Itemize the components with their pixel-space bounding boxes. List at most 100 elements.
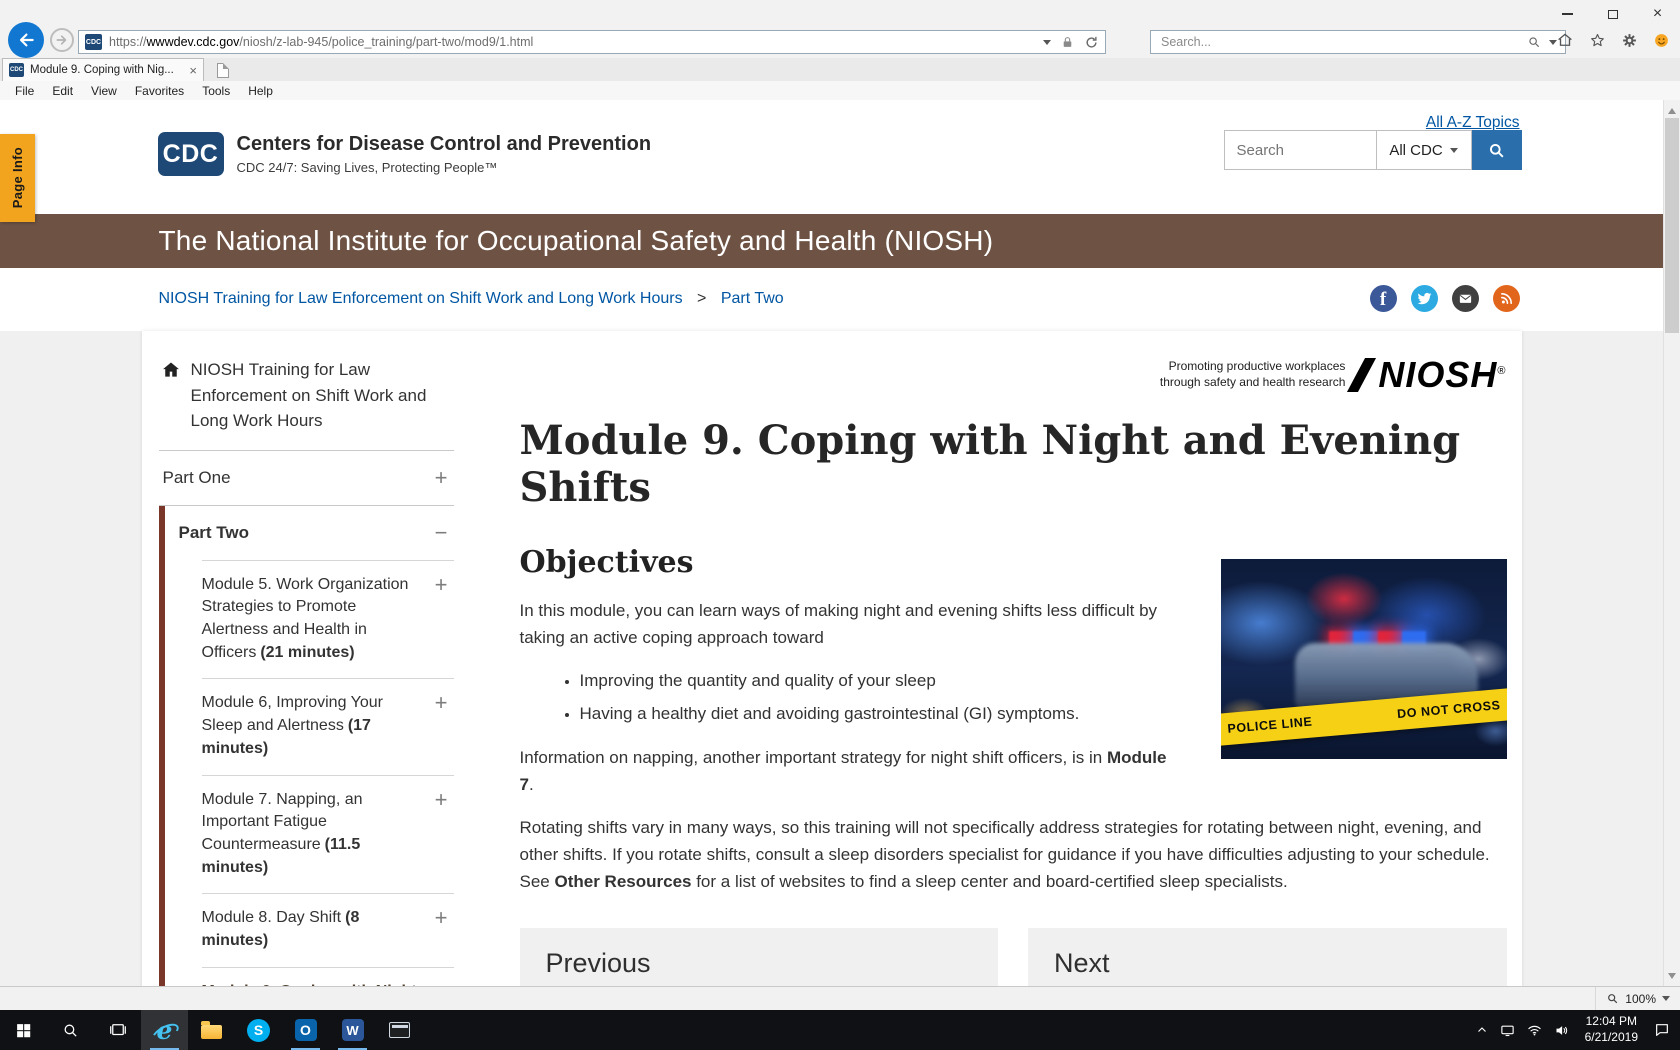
- syndication-icon[interactable]: [1492, 285, 1520, 312]
- sidebar-item-module-5[interactable]: Module 5. Work Organization Strategies t…: [201, 559, 454, 679]
- new-tab-button[interactable]: [210, 61, 236, 79]
- niosh-logo-tagline: Promoting productive workplaces through …: [1159, 359, 1346, 389]
- taskbar-search-button[interactable]: [47, 1010, 94, 1050]
- zoom-control[interactable]: 100%: [1595, 987, 1680, 1010]
- taskbar-outlook[interactable]: O: [282, 1010, 329, 1050]
- taskbar-file-explorer[interactable]: [188, 1010, 235, 1050]
- expand-plus-icon[interactable]: +: [435, 907, 448, 929]
- feedback-smiley-icon[interactable]: [1653, 32, 1670, 49]
- clock-date: 6/21/2019: [1584, 1030, 1638, 1044]
- forward-button[interactable]: [50, 28, 74, 52]
- collapse-minus-icon[interactable]: −: [435, 521, 448, 544]
- taskbar-clock[interactable]: 12:04 PM 6/21/2019: [1581, 1014, 1642, 1045]
- browser-chrome: × CDC https://wwwdev.cdc.gov/niosh/z-lab…: [0, 0, 1680, 100]
- scroll-up-arrow[interactable]: [1664, 100, 1680, 117]
- forward-arrow-icon: [56, 35, 67, 45]
- favorites-star-icon[interactable]: [1589, 32, 1606, 49]
- cdc-logo-lockup[interactable]: CDC Centers for Disease Control and Prev…: [157, 132, 651, 176]
- sidebar-item-module-6[interactable]: Module 6, Improving Your Sleep and Alert…: [201, 678, 454, 774]
- back-button[interactable]: [8, 22, 44, 58]
- settings-gear-icon[interactable]: [1621, 32, 1638, 49]
- sidebar-item-module-7[interactable]: Module 7. Napping, an Important Fatigue …: [201, 774, 454, 894]
- email-icon[interactable]: [1451, 285, 1479, 312]
- browser-tab[interactable]: CDC Module 9. Coping with Nig... ×: [2, 58, 204, 81]
- breadcrumb-current-link[interactable]: Part Two: [721, 290, 784, 307]
- scroll-down-arrow[interactable]: [1664, 969, 1680, 986]
- twitter-icon[interactable]: [1410, 285, 1438, 312]
- refresh-icon[interactable]: [1084, 35, 1099, 50]
- next-link[interactable]: Next Why is night shift so difficult?: [1028, 927, 1507, 986]
- menu-favorites[interactable]: Favorites: [126, 84, 193, 98]
- breadcrumb-parent-link[interactable]: NIOSH Training for Law Enforcement on Sh…: [159, 290, 683, 307]
- browser-search-input[interactable]: [1159, 34, 1519, 50]
- taskbar-app-window[interactable]: [376, 1010, 423, 1050]
- previous-link[interactable]: Previous Module 8: References: [519, 927, 998, 986]
- menu-file[interactable]: File: [6, 84, 43, 98]
- word-icon: W: [341, 1019, 364, 1041]
- menu-edit[interactable]: Edit: [43, 84, 82, 98]
- menu-view[interactable]: View: [82, 84, 126, 98]
- breadcrumb-separator: >: [697, 289, 707, 307]
- part-two-group: Part Two − Module 5. Work Organization S…: [158, 505, 454, 986]
- site-search-button[interactable]: [1471, 130, 1522, 170]
- sidebar-home-link[interactable]: NIOSH Training for Law Enforcement on Sh…: [159, 351, 454, 434]
- expand-plus-icon[interactable]: +: [435, 466, 448, 489]
- minimize-button[interactable]: [1545, 0, 1590, 28]
- cdc-favicon: CDC: [85, 34, 102, 50]
- expand-plus-icon[interactable]: +: [435, 573, 448, 596]
- module-list: Module 5. Work Organization Strategies t…: [201, 559, 454, 986]
- start-button[interactable]: [0, 1010, 47, 1050]
- taskbar-internet-explorer[interactable]: e: [141, 1010, 188, 1050]
- clock-time: 12:04 PM: [1585, 1014, 1637, 1029]
- lock-icon: [1063, 36, 1072, 47]
- browser-viewport: Page Info All A-Z Topics CDC Centers for…: [0, 100, 1680, 986]
- niosh-banner-title: The National Institute for Occupational …: [158, 225, 994, 256]
- tray-volume-icon[interactable]: [1554, 1023, 1569, 1038]
- search-icon[interactable]: [1527, 35, 1541, 49]
- taskbar-skype[interactable]: S: [235, 1010, 282, 1050]
- close-icon: ×: [1652, 5, 1663, 22]
- taskbar-word[interactable]: W: [329, 1010, 376, 1050]
- page-info-tab[interactable]: Page Info: [0, 134, 35, 222]
- action-center-icon[interactable]: [1654, 1022, 1670, 1038]
- scrollbar-thumb[interactable]: [1665, 118, 1679, 333]
- sidebar-item-module-9[interactable]: Module 9. Coping with Night and Evening …: [201, 966, 454, 986]
- site-search-input[interactable]: [1223, 130, 1376, 170]
- browser-search-box[interactable]: [1150, 30, 1566, 54]
- autocomplete-dropdown-icon[interactable]: [1043, 39, 1051, 49]
- windows-logo-icon: [17, 1023, 31, 1037]
- facebook-icon[interactable]: f: [1369, 285, 1397, 312]
- maximize-button[interactable]: [1590, 0, 1635, 28]
- site-search: All CDC: [1223, 130, 1522, 170]
- tray-network-icon[interactable]: [1527, 1023, 1542, 1038]
- sidebar-item-module-8[interactable]: Module 8. Day Shift (8 minutes) +: [201, 893, 454, 966]
- menu-tools[interactable]: Tools: [193, 84, 239, 98]
- task-view-button[interactable]: [94, 1010, 141, 1050]
- file-explorer-icon: [201, 1020, 222, 1039]
- cdc-tagline: CDC 24/7: Saving Lives, Protecting Peopl…: [236, 160, 498, 175]
- page-title: Module 9. Coping with Night and Evening …: [519, 417, 1461, 511]
- close-button[interactable]: ×: [1635, 0, 1680, 28]
- expand-plus-icon[interactable]: +: [435, 692, 448, 714]
- niosh-wordmark: NIOSH®: [1378, 354, 1507, 395]
- maximize-icon: [1607, 9, 1618, 19]
- tab-title: Module 9. Coping with Nig...: [30, 64, 174, 76]
- skype-icon: S: [247, 1018, 270, 1042]
- search-scope-dropdown[interactable]: All CDC: [1375, 130, 1472, 170]
- page-info-label: Page Info: [10, 147, 25, 209]
- main-content: Promoting productive workplaces through …: [472, 331, 1522, 986]
- tray-chevron-up-icon[interactable]: [1476, 1024, 1488, 1036]
- vertical-scrollbar[interactable]: [1663, 100, 1680, 986]
- tray-monitor-icon[interactable]: [1500, 1023, 1515, 1038]
- pagination: Previous Module 8: References Next Why i…: [519, 927, 1507, 986]
- tab-close-icon[interactable]: ×: [189, 63, 197, 78]
- tab-bar: CDC Module 9. Coping with Nig... ×: [0, 58, 1680, 81]
- address-bar[interactable]: CDC https://wwwdev.cdc.gov/niosh/z-lab-9…: [78, 30, 1106, 54]
- sidebar-item-part-two[interactable]: Part Two −: [165, 506, 454, 560]
- sidebar-item-part-one[interactable]: Part One +: [158, 451, 454, 506]
- expand-plus-icon[interactable]: +: [435, 788, 448, 811]
- cdc-logo: CDC: [157, 132, 224, 176]
- menu-help[interactable]: Help: [239, 84, 282, 98]
- home-icon[interactable]: [1556, 31, 1574, 49]
- zoom-icon: [1608, 994, 1618, 1004]
